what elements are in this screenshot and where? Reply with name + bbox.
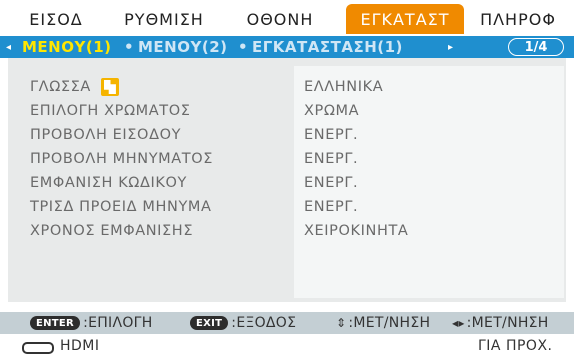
setting-label-text: ΓΛΩΣΣΑ [30, 79, 91, 95]
tab-input[interactable]: ΕΙΣΟΔ [14, 4, 98, 34]
submenu-tab-menu2[interactable]: ΜΕΝΟΥ(2) [138, 36, 228, 58]
submenu-tab-installation1[interactable]: ΕΓΚΑΤΑΣΤΑΣΗ(1) [252, 36, 403, 58]
setting-value-language[interactable]: ΕΛΛΗΝΙΚΑ [304, 76, 554, 98]
tab-installation[interactable]: ΕΓΚΑΤΑΣΤ [346, 4, 464, 34]
setting-value-display-time[interactable]: ΧΕΙΡΟΚΙΝΗΤΑ [304, 220, 554, 242]
setting-value-id-display[interactable]: ΕΝΕΡΓ. [304, 172, 554, 194]
advanced-mode-label: ΓΙΑ ΠΡΟΧ. [478, 337, 553, 354]
setting-label-input-display[interactable]: ΠΡΟΒΟΛΗ ΕΙΣΟΔΟΥ [30, 124, 280, 146]
setting-label-color-select[interactable]: ΕΠΙΛΟΓΗ ΧΡΩΜΑΤΟΣ [30, 100, 280, 122]
setting-label-display-time[interactable]: ΧΡΟΝΟΣ ΕΜΦΑΝΙΣΗΣ [30, 220, 280, 242]
tab-setup[interactable]: ΡΥΘΜΙΣΗ [112, 4, 216, 34]
projector-osd-menu: ΕΙΣΟΔ ΡΥΘΜΙΣΗ ΟΘΟΝΗ ΕΓΚΑΤΑΣΤ ΠΛΗΡΟΦ ◂ ΜΕ… [0, 0, 574, 357]
submenu-separator: • [238, 38, 249, 56]
setting-label-message-display[interactable]: ΠΡΟΒΟΛΗ ΜΗΝΥΜΑΤΟΣ [30, 148, 280, 170]
input-source-label: HDMI [60, 337, 100, 354]
setting-value-message-display[interactable]: ΕΝΕΡΓ. [304, 148, 554, 170]
exit-key-icon: EXIT [190, 316, 229, 330]
hint-exit-text: :ΕΞΟΔΟΣ [231, 315, 297, 331]
submenu-separator: • [124, 38, 135, 56]
setting-value-color-select[interactable]: ΧΡΩΜΑ [304, 100, 554, 122]
language-icon [100, 78, 119, 96]
setting-value-input-display[interactable]: ΕΝΕΡΓ. [304, 124, 554, 146]
tab-screen[interactable]: ΟΘΟΝΗ [232, 4, 328, 34]
key-hint-bar: ENTER :ΕΠΙΛΟΓΗ EXIT :ΕΞΟΔΟΣ ⇕ :ΜΕΤ/ΝΗΣΗ … [0, 312, 574, 334]
leftright-arrows-icon: ◂▸ [452, 316, 465, 330]
enter-key-icon: ENTER [30, 316, 81, 330]
hint-enter: ENTER :ΕΠΙΛΟΓΗ [30, 312, 153, 334]
setting-label-language[interactable]: ΓΛΩΣΣΑ [30, 76, 280, 98]
page-indicator: 1/4 [508, 38, 564, 56]
setting-value-3d-warning[interactable]: ΕΝΕΡΓ. [304, 196, 554, 218]
submenu-left-arrow-icon[interactable]: ◂ [6, 36, 11, 58]
tab-info[interactable]: ΠΛΗΡΟΦ [470, 4, 566, 34]
submenu-tab-menu1[interactable]: ΜΕΝΟΥ(1) [22, 36, 112, 58]
submenu-bar: ◂ ΜΕΝΟΥ(1) • ΜΕΝΟΥ(2) • ΕΓΚΑΤΑΣΤΑΣΗ(1) ▸… [0, 36, 574, 58]
hdmi-port-icon [22, 342, 54, 354]
hint-exit: EXIT :ΕΞΟΔΟΣ [190, 312, 296, 334]
hint-leftright-text: :ΜΕΤ/ΝΗΣΗ [466, 315, 549, 331]
hint-enter-text: :ΕΠΙΛΟΓΗ [83, 315, 153, 331]
hint-updown-text: :ΜΕΤ/ΝΗΣΗ [348, 315, 431, 331]
updown-arrows-icon: ⇕ [336, 316, 347, 330]
main-tab-bar: ΕΙΣΟΔ ΡΥΘΜΙΣΗ ΟΘΟΝΗ ΕΓΚΑΤΑΣΤ ΠΛΗΡΟΦ [0, 0, 574, 36]
hint-leftright: ◂▸ :ΜΕΤ/ΝΗΣΗ [452, 312, 549, 334]
setting-label-3d-warning[interactable]: ΤΡΙΣΔ ΠΡΟΕΙΔ ΜΗΝΥΜΑ [30, 196, 280, 218]
setting-label-id-display[interactable]: ΕΜΦΑΝΙΣΗ ΚΩΔΙΚΟΥ [30, 172, 280, 194]
submenu-right-arrow-icon[interactable]: ▸ [448, 36, 453, 58]
hint-updown: ⇕ :ΜΕΤ/ΝΗΣΗ [336, 312, 430, 334]
status-bar: HDMI ΓΙΑ ΠΡΟΧ. [0, 334, 574, 357]
settings-panel: ΓΛΩΣΣΑ ΕΛΛΗΝΙΚΑ ΕΠΙΛΟΓΗ ΧΡΩΜΑΤΟΣ ΧΡΩΜΑ Π… [8, 58, 566, 302]
